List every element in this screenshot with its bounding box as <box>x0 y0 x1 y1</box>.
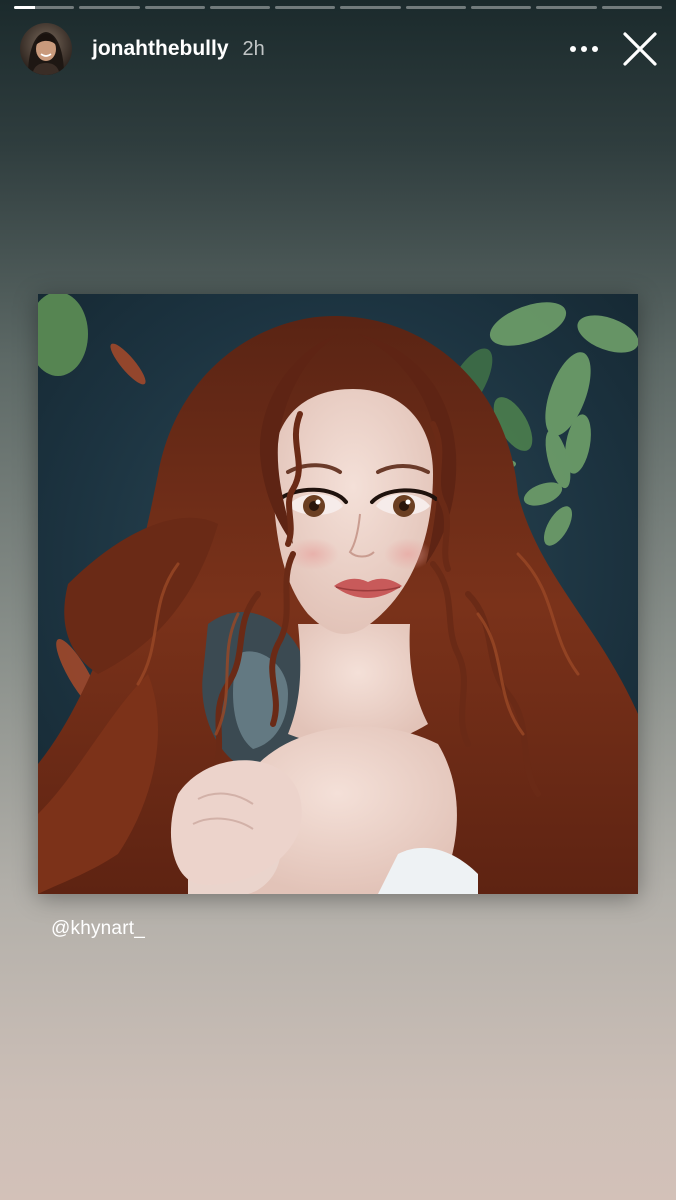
progress-segment <box>79 6 140 9</box>
progress-segment <box>144 6 205 9</box>
shared-artwork-image[interactable] <box>38 294 638 894</box>
story-progress-bar <box>14 6 662 9</box>
avatar[interactable] <box>20 23 72 75</box>
progress-segment <box>340 6 401 9</box>
progress-segment <box>209 6 271 9</box>
progress-segment <box>275 6 336 9</box>
mention-sticker[interactable]: @khynart_ <box>51 918 145 940</box>
progress-segment <box>14 6 75 9</box>
more-horizontal-icon <box>570 46 598 52</box>
progress-segment <box>601 6 662 9</box>
close-button[interactable] <box>618 27 662 71</box>
story-header: jonahthebully 2h <box>20 22 662 76</box>
story-username[interactable]: jonahthebully <box>92 37 229 61</box>
close-icon <box>623 32 657 66</box>
story-viewer[interactable]: jonahthebully 2h @khynart_ <box>0 0 676 1200</box>
more-options-button[interactable] <box>564 29 604 69</box>
story-timestamp: 2h <box>242 37 265 60</box>
progress-segment <box>471 6 532 9</box>
progress-segment <box>405 6 467 9</box>
progress-segment <box>536 6 597 9</box>
